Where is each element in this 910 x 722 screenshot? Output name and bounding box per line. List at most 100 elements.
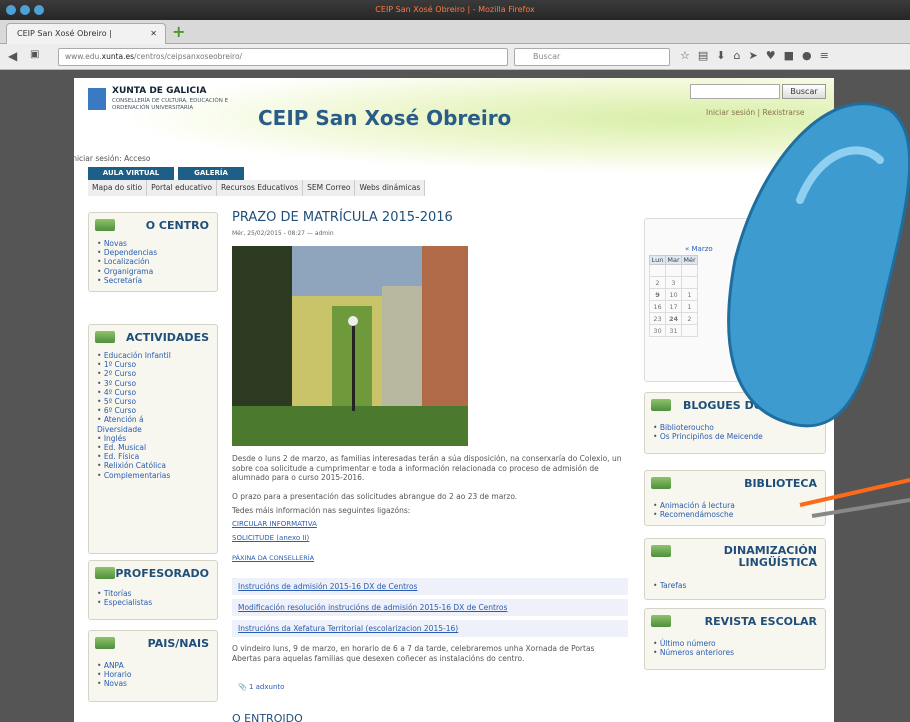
calendar-cell[interactable]: 10: [665, 288, 682, 301]
list-item[interactable]: Novas: [97, 679, 131, 688]
list-item[interactable]: ANPA: [97, 661, 131, 670]
block-pais-nais: PAIS/NAIS ANPA Horario Novas: [88, 630, 218, 702]
new-tab-icon[interactable]: +: [172, 22, 185, 41]
list-item[interactable]: Biblioteroucho: [653, 423, 763, 432]
download-icon[interactable]: ⬇: [716, 49, 733, 62]
calendar-cell[interactable]: 3: [665, 276, 682, 289]
list-item[interactable]: Números anteriores: [653, 648, 734, 657]
list-item[interactable]: Organigrama: [97, 267, 157, 276]
menu-item[interactable]: Portal educativo: [147, 180, 217, 196]
link-conselleria[interactable]: PÁXINA DA CONSELLERÍA: [232, 554, 314, 562]
list-item[interactable]: Relixión Católica: [97, 461, 171, 470]
list-item[interactable]: Último número: [653, 639, 734, 648]
home-icon[interactable]: ⌂: [734, 49, 749, 62]
list-item[interactable]: Dependencias: [97, 248, 157, 257]
menu-item[interactable]: Mapa do sitio: [88, 180, 148, 196]
calendar-cell[interactable]: 2: [649, 276, 666, 289]
list-item[interactable]: Novas: [97, 239, 157, 248]
list-item[interactable]: Complementarias: [97, 471, 171, 480]
list-item[interactable]: 4º Curso: [97, 388, 171, 397]
tab-aula-virtual[interactable]: AULA VIRTUAL: [88, 167, 174, 180]
calendar-cell[interactable]: 30: [649, 324, 666, 337]
send-icon[interactable]: ➤: [748, 49, 765, 62]
block-list: Titorías Especialistas: [97, 589, 152, 607]
list-item[interactable]: Localización: [97, 257, 157, 266]
list-item[interactable]: 6º Curso: [97, 406, 171, 415]
list-item[interactable]: 3º Curso: [97, 379, 171, 388]
list-item[interactable]: Recomendámosche: [653, 510, 735, 519]
link-instrucions[interactable]: Instrucións de admisión 2015-16 DX de Ce…: [232, 578, 628, 595]
calendar-cell[interactable]: 16: [649, 300, 666, 313]
site-title[interactable]: CEIP San Xosé Obreiro: [258, 106, 511, 130]
next-post-title[interactable]: O ENTROIDO: [232, 712, 303, 722]
menu-item[interactable]: Webs dinámicas: [355, 180, 426, 196]
block-dinamizacion: DINAMIZACIÓN LINGÜÍSTICA Tarefas: [644, 538, 826, 600]
calendar-month[interactable]: « Marzo: [685, 245, 713, 253]
book-icon: [651, 399, 671, 411]
toolbar-icons: ☆▤⬇⌂➤♥■●≡: [680, 49, 837, 62]
login-access[interactable]: Iniciar sesión: Acceso: [70, 154, 150, 163]
tab-ceip[interactable]: CEIP San Xosé Obreiro | ✕: [6, 23, 166, 44]
attachment-link[interactable]: 📎 1 adxunto: [238, 683, 284, 691]
calendar-cell[interactable]: 23: [649, 312, 666, 325]
block-revista: REVISTA ESCOLAR Último número Números an…: [644, 608, 826, 670]
close-tab-icon[interactable]: ✕: [150, 24, 157, 44]
link-modificacion[interactable]: Modificación resolución instrucións de a…: [232, 599, 628, 616]
list-item[interactable]: Horario: [97, 670, 132, 679]
list-item[interactable]: Animación á lectura: [653, 501, 735, 510]
list-item[interactable]: Especialistas: [97, 598, 152, 607]
menu-item[interactable]: SEM Correo: [303, 180, 356, 196]
header-search-button[interactable]: Buscar: [782, 84, 826, 99]
list-item[interactable]: 1º Curso: [97, 360, 171, 369]
block-blogues: BLOGUES DO CENTRO Biblioteroucho Os Prin…: [644, 392, 826, 454]
url-bar[interactable]: www.edu.xunta.es/centros/ceipsanxoseobre…: [58, 48, 508, 66]
bookmark-star-icon[interactable]: ☆: [680, 49, 698, 62]
link-xefatura[interactable]: Instrucións da Xefatura Territorial (esc…: [232, 620, 628, 637]
calendar-cell[interactable]: 2: [681, 312, 698, 325]
calendar-cell[interactable]: 31: [665, 324, 682, 337]
calendar-cell[interactable]: 1: [681, 288, 698, 301]
reader-icon[interactable]: ▤: [698, 49, 716, 62]
calendar-cell[interactable]: 9: [649, 288, 666, 301]
list-item[interactable]: Atención á Diversidade: [97, 415, 167, 433]
link-circular[interactable]: CIRCULAR INFORMATIVA: [232, 520, 317, 528]
list-item[interactable]: Titorías: [97, 589, 152, 598]
tab-galeria[interactable]: GALERÍA: [178, 167, 244, 180]
header-search-input[interactable]: [690, 84, 780, 99]
menu-icon[interactable]: ≡: [820, 49, 837, 62]
maximize-window-icon[interactable]: [34, 5, 44, 15]
list-item[interactable]: Educación Infantil: [97, 351, 171, 360]
post-title[interactable]: PRAZO DE MATRÍCULA 2015-2016: [232, 210, 453, 225]
site-identity-icon[interactable]: ▣: [30, 49, 39, 60]
url-prefix: www.edu.: [65, 52, 102, 61]
list-item[interactable]: 5º Curso: [97, 397, 171, 406]
search-bar[interactable]: Buscar: [514, 48, 670, 66]
extension-icon[interactable]: ■: [784, 49, 802, 62]
list-item[interactable]: Secretaría: [97, 276, 157, 285]
xunta-logo: [88, 88, 106, 110]
calendar-cell[interactable]: [681, 324, 698, 337]
block-list: Biblioteroucho Os Principiños de Meicend…: [653, 423, 763, 441]
block-profesorado: PROFESORADO Titorías Especialistas: [88, 560, 218, 620]
calendar-cell[interactable]: [681, 276, 698, 289]
pocket-icon[interactable]: ♥: [766, 49, 784, 62]
chat-icon[interactable]: ●: [802, 49, 820, 62]
list-item[interactable]: Ed. Musical: [97, 443, 171, 452]
list-item[interactable]: Tarefas: [653, 581, 687, 590]
calendar-cell[interactable]: 17: [665, 300, 682, 313]
back-icon[interactable]: ◀: [8, 49, 17, 63]
block-title: PROFESORADO: [115, 567, 209, 580]
list-item[interactable]: 2º Curso: [97, 369, 171, 378]
link-solicitude[interactable]: SOLICITUDE (anexo II): [232, 534, 309, 542]
minimize-window-icon[interactable]: [20, 5, 30, 15]
block-title: ACTIVIDADES: [126, 331, 209, 344]
list-item[interactable]: Os Principiños de Meicende: [653, 432, 763, 441]
calendar-cell[interactable]: 24: [665, 312, 682, 325]
close-window-icon[interactable]: [6, 5, 16, 15]
list-item[interactable]: Ed. Física: [97, 452, 171, 461]
block-list: Novas Dependencias Localización Organigr…: [97, 239, 157, 285]
menu-item[interactable]: Recursos Educativos: [217, 180, 304, 196]
calendar-cell[interactable]: 1: [681, 300, 698, 313]
list-item[interactable]: Inglés: [97, 434, 171, 443]
login-links[interactable]: Iniciar sesión | Rexistrarse: [706, 108, 804, 117]
